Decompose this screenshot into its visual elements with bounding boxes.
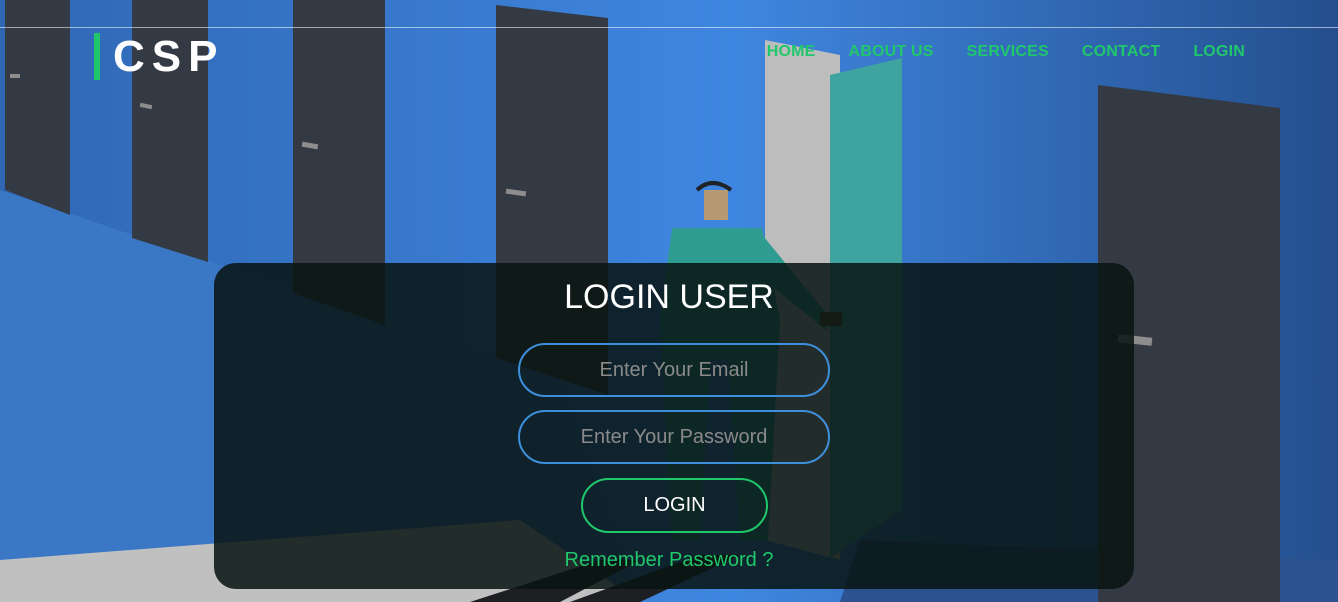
main-nav: HOME ABOUT US SERVICES CONTACT LOGIN [767,43,1245,61]
nav-services[interactable]: SERVICES [967,43,1049,61]
email-field[interactable] [518,343,830,397]
logo-accent-bar [94,33,100,80]
login-title: LOGIN USER [564,278,774,316]
nav-contact[interactable]: CONTACT [1082,43,1160,61]
password-field[interactable] [518,410,830,464]
remember-password-link[interactable]: Remember Password ? [565,549,774,571]
nav-about-us[interactable]: ABOUT US [849,43,934,61]
logo-text: CSP [113,32,225,81]
remember-password-row: Remember Password ? [0,549,1338,572]
nav-login[interactable]: LOGIN [1193,43,1245,61]
brand-logo[interactable]: CSP [94,33,224,80]
login-button[interactable]: LOGIN [581,478,768,533]
nav-home[interactable]: HOME [767,43,816,61]
header-divider [0,27,1338,28]
